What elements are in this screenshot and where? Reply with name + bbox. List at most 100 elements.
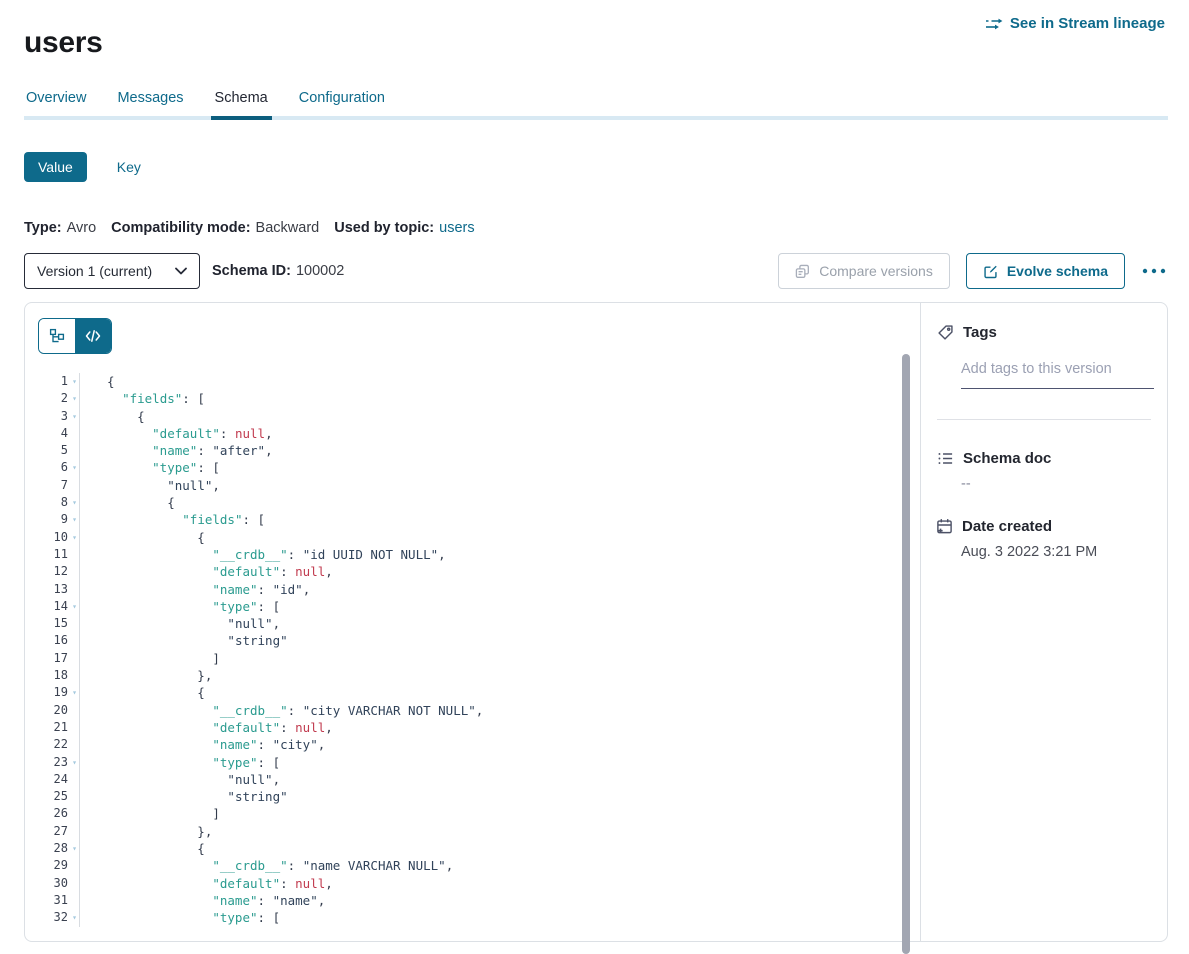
code-line: 23▾ "type": [ xyxy=(40,754,483,771)
fold-arrow-icon[interactable]: ▾ xyxy=(68,909,79,926)
line-number: 7 xyxy=(40,477,68,494)
code-line: 11 "__crdb__": "id UUID NOT NULL", xyxy=(40,546,483,563)
code-line: 24 "null", xyxy=(40,771,483,788)
value-mode-button[interactable]: Value xyxy=(24,152,87,182)
fold-spacer xyxy=(68,442,79,459)
compare-button-label: Compare versions xyxy=(819,263,933,279)
fold-arrow-icon[interactable]: ▾ xyxy=(68,684,79,701)
fold-spacer xyxy=(68,581,79,598)
tab-overview[interactable]: Overview xyxy=(24,89,88,116)
code-line: 13 "name": "id", xyxy=(40,581,483,598)
code-line: 6▾ "type": [ xyxy=(40,459,483,476)
code-line: 25 "string" xyxy=(40,788,483,805)
line-number: 2 xyxy=(40,390,68,407)
line-number: 19 xyxy=(40,684,68,701)
fold-spacer xyxy=(68,823,79,840)
code-line-text: { xyxy=(79,529,205,546)
date-created-value: Aug. 3 2022 3:21 PM xyxy=(961,544,1097,560)
calendar-plus-icon xyxy=(936,518,953,535)
used-by-topic-label: Used by topic: xyxy=(334,220,434,236)
line-number: 20 xyxy=(40,702,68,719)
fold-arrow-icon[interactable]: ▾ xyxy=(68,459,79,476)
schema-meta: Type: Avro Compatibility mode: Backward … xyxy=(24,220,475,236)
line-number: 6 xyxy=(40,459,68,476)
schema-doc-title: Schema doc xyxy=(963,450,1051,467)
tags-input[interactable] xyxy=(961,355,1154,389)
code-line: 10▾ { xyxy=(40,529,483,546)
code-editor: 1▾{2▾ "fields": [3▾ {4 "default": null,5… xyxy=(40,373,483,927)
line-number: 14 xyxy=(40,598,68,615)
tags-title: Tags xyxy=(963,324,997,341)
more-options-button[interactable] xyxy=(1140,264,1168,278)
code-line-text: "__crdb__": "id UUID NOT NULL", xyxy=(79,546,446,563)
fold-spacer xyxy=(68,563,79,580)
list-icon xyxy=(937,450,954,467)
fold-spacer xyxy=(68,615,79,632)
fold-spacer xyxy=(68,719,79,736)
code-line: 17 ] xyxy=(40,650,483,667)
fold-spacer xyxy=(68,667,79,684)
line-number: 29 xyxy=(40,857,68,874)
fold-spacer xyxy=(68,702,79,719)
tab-configuration[interactable]: Configuration xyxy=(297,89,387,116)
code-line-text: { xyxy=(79,840,205,857)
tab-schema[interactable]: Schema xyxy=(213,89,270,116)
page-title: users xyxy=(24,26,103,60)
code-line-text: ] xyxy=(79,805,220,822)
fold-arrow-icon[interactable]: ▾ xyxy=(68,373,79,390)
see-in-stream-lineage-link[interactable]: See in Stream lineage xyxy=(985,15,1165,32)
code-line: 16 "string" xyxy=(40,632,483,649)
key-mode-button[interactable]: Key xyxy=(111,158,147,176)
fold-spacer xyxy=(68,425,79,442)
code-line: 27 }, xyxy=(40,823,483,840)
topic-link[interactable]: users xyxy=(439,220,474,236)
fold-spacer xyxy=(68,546,79,563)
line-number: 9 xyxy=(40,511,68,528)
code-scrollbar[interactable] xyxy=(902,354,910,954)
section-divider xyxy=(937,419,1151,420)
code-line-text: "fields": [ xyxy=(79,390,205,407)
line-number: 1 xyxy=(40,373,68,390)
line-number: 30 xyxy=(40,875,68,892)
fold-arrow-icon[interactable]: ▾ xyxy=(68,390,79,407)
tab-bar: Overview Messages Schema Configuration xyxy=(24,89,1168,120)
date-created-section-header: Date created xyxy=(936,518,1052,535)
compare-icon xyxy=(795,264,810,279)
code-line-text: }, xyxy=(79,823,212,840)
line-number: 31 xyxy=(40,892,68,909)
version-select[interactable]: Version 1 (current) xyxy=(24,253,200,289)
line-number: 21 xyxy=(40,719,68,736)
code-line: 15 "null", xyxy=(40,615,483,632)
code-line: 20 "__crdb__": "city VARCHAR NOT NULL", xyxy=(40,702,483,719)
evolve-schema-button[interactable]: Evolve schema xyxy=(966,253,1125,289)
fold-arrow-icon[interactable]: ▾ xyxy=(68,494,79,511)
fold-spacer xyxy=(68,788,79,805)
fold-arrow-icon[interactable]: ▾ xyxy=(68,840,79,857)
code-line: 22 "name": "city", xyxy=(40,736,483,753)
tree-view-toggle[interactable] xyxy=(39,319,75,353)
code-line-text: "default": null, xyxy=(79,563,333,580)
schema-id: Schema ID:100002 xyxy=(212,263,344,279)
edit-icon xyxy=(983,264,998,279)
code-view-toggle[interactable] xyxy=(75,319,111,353)
tab-messages[interactable]: Messages xyxy=(115,89,185,116)
code-line-text: "string" xyxy=(79,632,288,649)
code-line-text: "default": null, xyxy=(79,875,333,892)
line-number: 28 xyxy=(40,840,68,857)
fold-arrow-icon[interactable]: ▾ xyxy=(68,754,79,771)
fold-arrow-icon[interactable]: ▾ xyxy=(68,598,79,615)
code-line-text: "name": "id", xyxy=(79,581,310,598)
fold-arrow-icon[interactable]: ▾ xyxy=(68,529,79,546)
line-number: 12 xyxy=(40,563,68,580)
code-line-text: "type": [ xyxy=(79,598,280,615)
fold-arrow-icon[interactable]: ▾ xyxy=(68,511,79,528)
fold-arrow-icon[interactable]: ▾ xyxy=(68,408,79,425)
code-line-text: { xyxy=(79,684,205,701)
code-line: 8▾ { xyxy=(40,494,483,511)
code-line-text: "type": [ xyxy=(79,754,280,771)
line-number: 26 xyxy=(40,805,68,822)
code-line-text: }, xyxy=(79,667,212,684)
compatibility-value: Backward xyxy=(256,220,320,236)
schema-id-value: 100002 xyxy=(296,263,344,279)
compare-versions-button[interactable]: Compare versions xyxy=(778,253,950,289)
